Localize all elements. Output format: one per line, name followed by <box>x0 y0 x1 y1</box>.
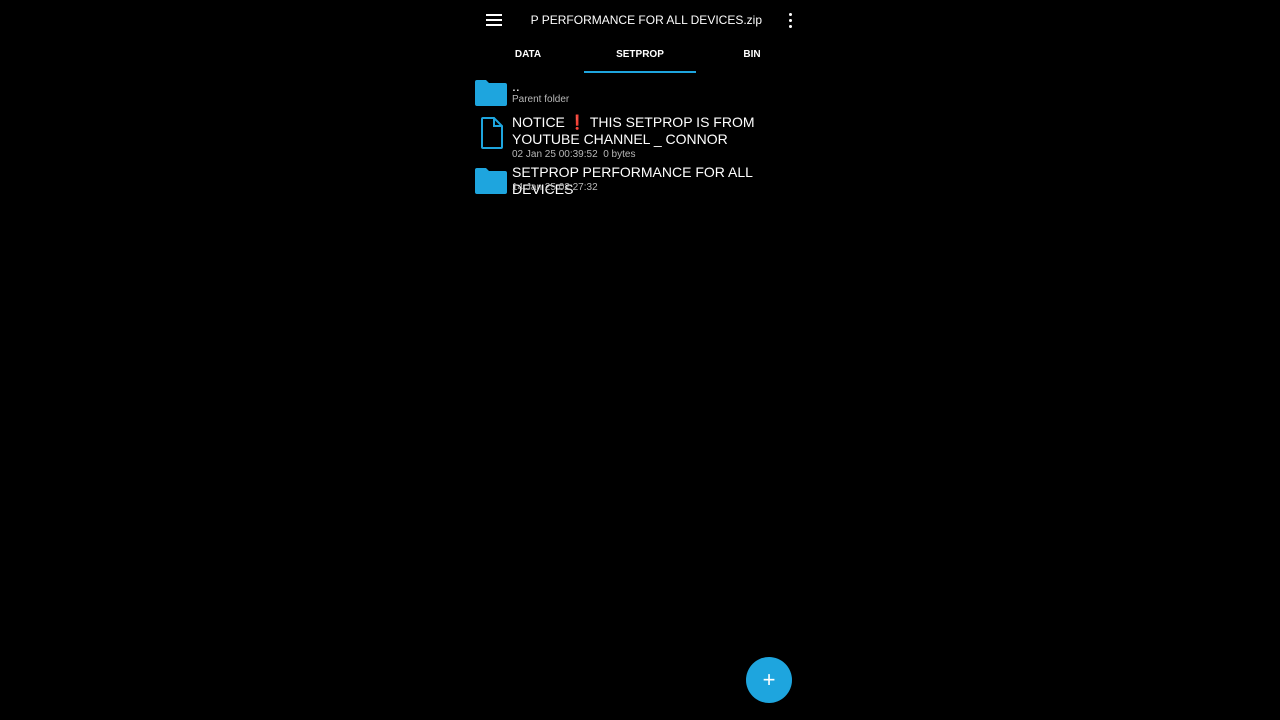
file-meta: 14 Jan 25 02:27:32 <box>512 182 598 193</box>
list-item-setprop-folder[interactable]: SETPROP PERFORMANCE FOR ALL DEVICES 14 J… <box>472 164 808 197</box>
tab-data[interactable]: DATA <box>472 40 584 73</box>
plus-icon: + <box>762 667 776 692</box>
file-size: 0 bytes <box>603 149 636 160</box>
tab-setprop[interactable]: SETPROP <box>584 40 696 73</box>
file-browser: SETPROP PERFORMANCE FOR ALL DEVICES.zip … <box>472 0 808 720</box>
file-icon <box>481 117 503 149</box>
exclamation-icon: ❗ <box>568 114 587 130</box>
list-item-parent-folder[interactable]: .. Parent folder <box>472 78 808 110</box>
file-meta: 02 Jan 25 00:39:52 0 bytes <box>512 149 635 160</box>
more-vert-icon[interactable] <box>782 11 798 29</box>
toolbar: SETPROP PERFORMANCE FOR ALL DEVICES.zip <box>472 0 808 40</box>
file-date: 02 Jan 25 00:39:52 <box>512 149 598 160</box>
file-name: NOTICE ❗ THIS SETPROP IS FROM YOUTUBE CH… <box>512 114 808 148</box>
tab-bar: DATA SETPROP BIN <box>472 40 808 74</box>
folder-icon <box>475 80 507 106</box>
hamburger-menu-icon[interactable] <box>484 10 504 30</box>
tab-bin[interactable]: BIN <box>696 40 808 73</box>
file-name-prefix: NOTICE <box>512 114 569 130</box>
add-fab-button[interactable]: + <box>746 657 792 703</box>
folder-icon <box>475 168 507 194</box>
archive-title: SETPROP PERFORMANCE FOR ALL DEVICES.zip <box>530 13 762 27</box>
file-meta: Parent folder <box>512 94 570 105</box>
file-name: .. <box>512 78 520 94</box>
list-item-notice-file[interactable]: NOTICE ❗ THIS SETPROP IS FROM YOUTUBE CH… <box>472 114 808 162</box>
